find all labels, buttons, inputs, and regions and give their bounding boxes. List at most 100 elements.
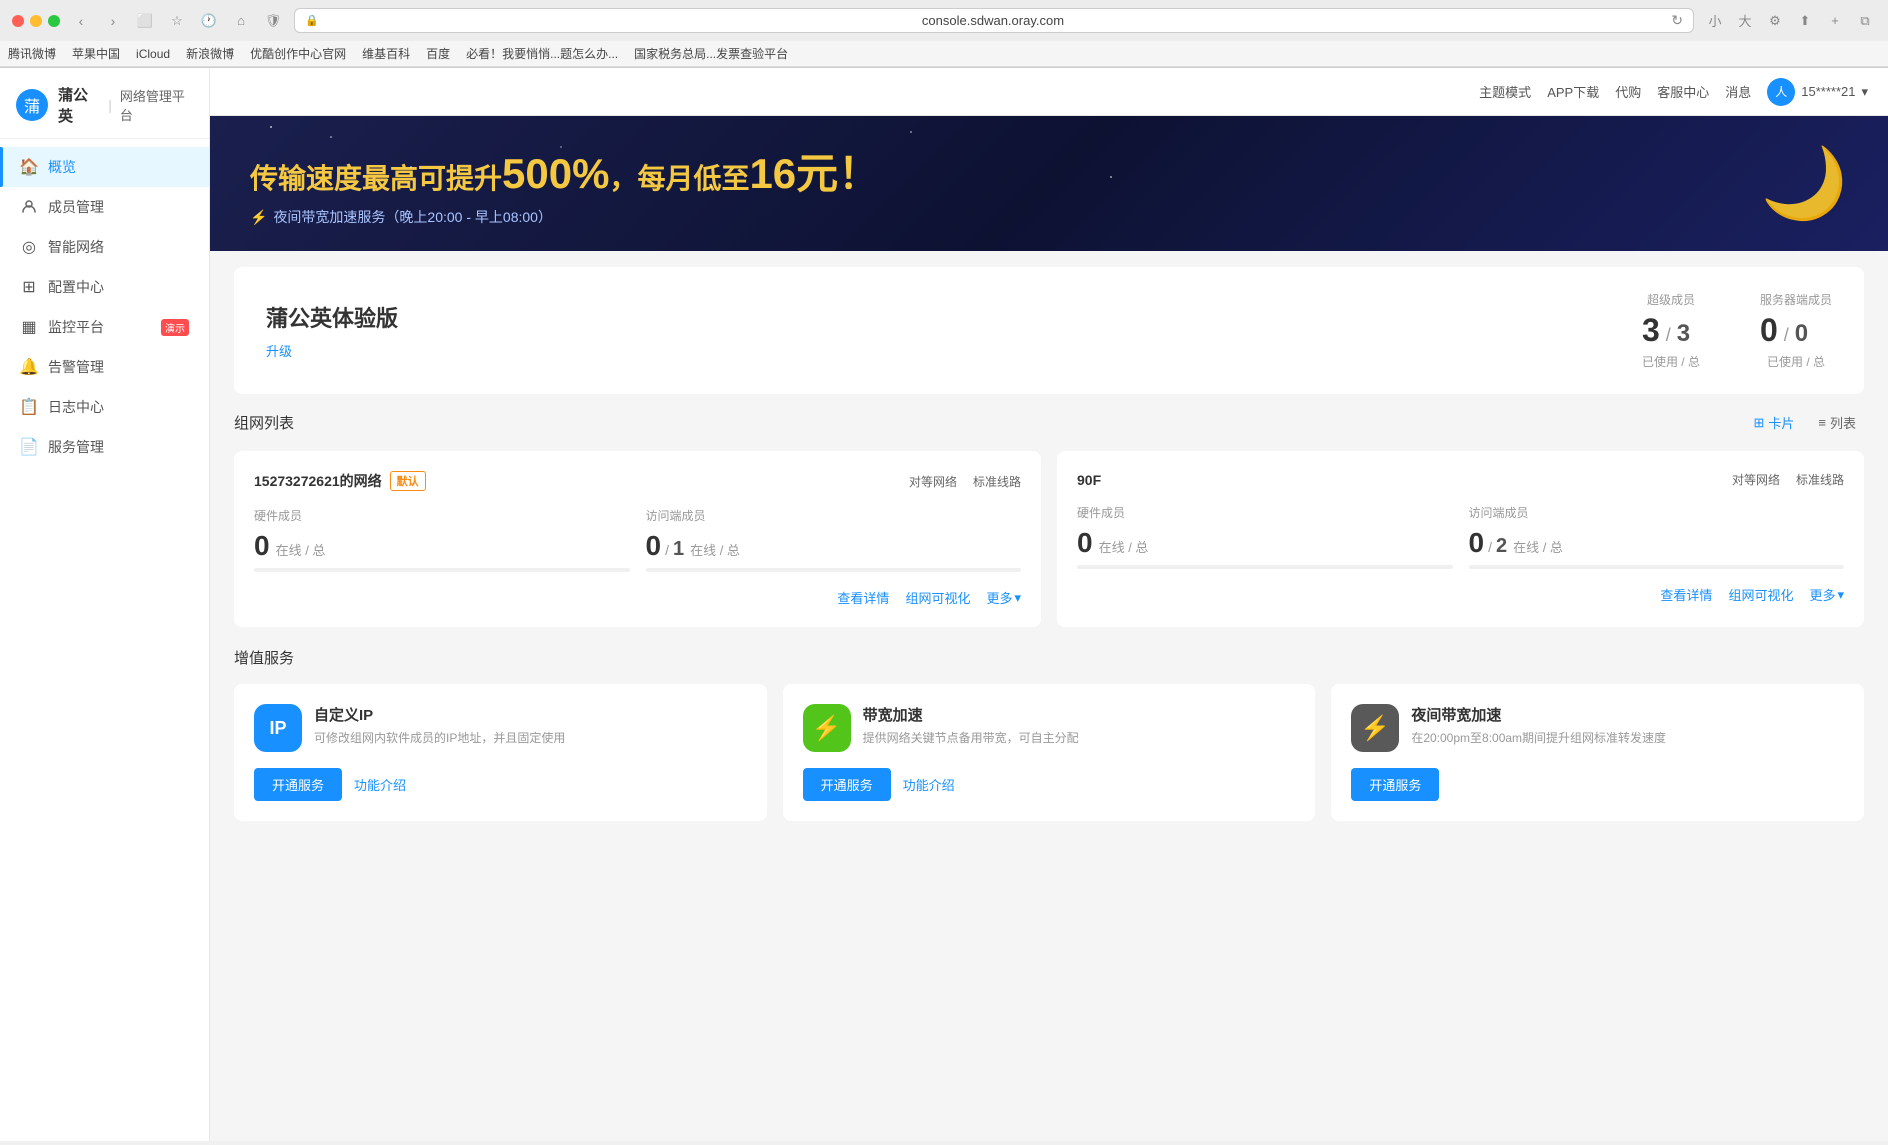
sidebar: 蒲 蒲公英 | 网络管理平台 🏠 概览 成员管理 ◎ 智能网络 [0,68,210,1141]
service-card-custom-ip: IP 自定义IP 可修改组网内软件成员的IP地址，并且固定使用 开通服务 功能介… [234,684,767,821]
open-service-button-2[interactable]: 开通服务 [803,768,891,801]
zoom-small-button[interactable]: 小 [1704,10,1726,32]
visitor-total-1: 1 [673,538,684,561]
sidebar-item-member[interactable]: 成员管理 [0,187,209,227]
more-dropdown-2[interactable]: 更多 ▾ [1809,585,1844,604]
bookmark-item[interactable]: 维基百科 [362,45,410,62]
browser-chrome: ‹ › ⬜ ☆ 🕐 ⌂ 🛡 🔒 console.sdwan.oray.com ↻… [0,0,1888,68]
visual-link-1[interactable]: 组网可视化 [905,588,970,607]
service-actions-3: 开通服务 [1351,768,1844,801]
banner-subtitle: ⚡ 夜间带宽加速服务（晚上20:00 - 早上08:00） [250,207,880,227]
close-button[interactable] [12,15,24,27]
bookmark-item[interactable]: 百度 [426,45,450,62]
maximize-button[interactable] [48,15,60,27]
sidebar-item-overview[interactable]: 🏠 概览 [0,147,209,187]
nav-label-overview: 概览 [48,157,189,177]
app-logo: 蒲 [16,89,48,121]
sidebar-toggle-icon[interactable]: ⬜ [134,10,156,32]
visual-link-2[interactable]: 组网可视化 [1728,585,1793,604]
sidebar-item-log[interactable]: 📋 日志中心 [0,387,209,427]
message-button[interactable]: 消息 [1725,82,1751,101]
tabs-icon[interactable]: ⧉ [1854,10,1876,32]
url-text: console.sdwan.oray.com [325,13,1662,28]
visitor-online-2: 0 [1469,527,1485,559]
promo-banner[interactable]: 传输速度最高可提升500%，每月低至16元！ ⚡ 夜间带宽加速服务（晚上20:0… [210,116,1888,251]
more-chevron-1: ▾ [1014,590,1021,606]
hardware-member-label-1: 硬件成员 [254,507,630,524]
customer-service-button[interactable]: 客服中心 [1657,82,1709,101]
intro-button-1[interactable]: 功能介绍 [354,768,406,801]
service-header-2: ⚡ 带宽加速 提供网络关键节点备用带宽，可自主分配 [803,704,1296,752]
service-name-1: 自定义IP [314,704,747,725]
app-container: 蒲 蒲公英 | 网络管理平台 🏠 概览 成员管理 ◎ 智能网络 [0,68,1888,1141]
forward-button[interactable]: › [102,10,124,32]
network-grid: 15273272621的网络 默认 对等网络 标准线路 硬件成员 [234,451,1864,627]
service-desc-2: 提供网络关键节点备用带宽，可自主分配 [863,729,1296,747]
minimize-button[interactable] [30,15,42,27]
detail-link-1[interactable]: 查看详情 [837,588,889,607]
network-members-1: 硬件成员 0 在线 / 总 访问端成员 [254,507,1021,572]
app-download-button[interactable]: APP下载 [1547,82,1599,101]
sidebar-item-monitor[interactable]: ▦ 监控平台 演示 [0,307,209,347]
theme-mode-button[interactable]: 主题模式 [1479,82,1531,101]
grid-icon: ⊞ [1753,415,1764,431]
super-sublabel: 已使用 / 总 [1642,353,1700,370]
sidebar-item-smart[interactable]: ◎ 智能网络 [0,227,209,267]
card-view-button[interactable]: ⊞ 卡片 [1745,410,1802,435]
dai-gou-button[interactable]: 代购 [1615,82,1641,101]
service-info-1: 自定义IP 可修改组网内软件成员的IP地址，并且固定使用 [314,704,747,747]
address-bar[interactable]: 🔒 console.sdwan.oray.com ↻ [294,8,1694,33]
sidebar-nav: 🏠 概览 成员管理 ◎ 智能网络 ⊞ 配置中心 ▦ 监控平台 演示 [0,139,209,1141]
sidebar-item-config[interactable]: ⊞ 配置中心 [0,267,209,307]
open-service-button-1[interactable]: 开通服务 [254,768,342,801]
refresh-button[interactable]: ↻ [1671,12,1683,29]
super-divider: / [1666,325,1671,346]
user-info[interactable]: 人 15*****21 ▾ [1767,78,1868,106]
bookmark-item[interactable]: 苹果中国 [72,45,120,62]
upgrade-link[interactable]: 升级 [266,344,292,359]
server-member-stat: 服务器端成员 0 / 0 已使用 / 总 [1760,291,1832,370]
intro-button-2[interactable]: 功能介绍 [903,768,955,801]
visitor-member-label-1: 访问端成员 [646,507,1022,524]
bookmark-item[interactable]: 国家税务总局...发票查验平台 [634,45,788,62]
home-icon[interactable]: ⌂ [230,10,252,32]
service-card-bandwidth: ⚡ 带宽加速 提供网络关键节点备用带宽，可自主分配 开通服务 功能介绍 [783,684,1316,821]
nav-label-alert: 告警管理 [48,357,189,377]
lock-icon: 🔒 [305,14,319,27]
user-dropdown-icon: ▾ [1861,84,1868,100]
network-card-header-2: 90F 对等网络 标准线路 [1077,471,1844,488]
list-view-button[interactable]: ≡ 列表 [1810,410,1864,435]
hardware-member-value-1: 0 在线 / 总 [254,530,630,562]
sidebar-item-service[interactable]: 📄 服务管理 [0,427,209,467]
history-icon[interactable]: 🕐 [198,10,220,32]
share-icon[interactable]: ⬆ [1794,10,1816,32]
more-dropdown-1[interactable]: 更多 ▾ [986,588,1021,607]
hardware-online-2: 0 [1077,527,1093,559]
bookmark-item[interactable]: iCloud [136,47,170,61]
zoom-large-button[interactable]: 大 [1734,10,1756,32]
visitor-divider-2: / [1488,539,1492,555]
back-button[interactable]: ‹ [70,10,92,32]
service-info-2: 带宽加速 提供网络关键节点备用带宽，可自主分配 [863,704,1296,747]
user-avatar: 人 [1767,78,1795,106]
smart-icon: ◎ [20,238,38,256]
settings-icon[interactable]: ⚙ [1764,10,1786,32]
visitor-unit-2: 在线 / 总 [1513,537,1563,556]
shield-icon[interactable]: 🛡 [262,10,284,32]
network-card-2: 90F 对等网络 标准线路 硬件成员 0 [1057,451,1864,627]
sidebar-item-alert[interactable]: 🔔 告警管理 [0,347,209,387]
detail-link-2[interactable]: 查看详情 [1660,585,1712,604]
new-tab-button[interactable]: + [1824,10,1846,32]
services-section: 增值服务 IP 自定义IP 可修改组网内软件成员的IP地址，并且固定使用 开通服 [210,647,1888,841]
main-content: 传输速度最高可提升500%，每月低至16元！ ⚡ 夜间带宽加速服务（晚上20:0… [210,116,1888,1141]
bookmark-icon[interactable]: ☆ [166,10,188,32]
bookmark-item[interactable]: 优酷创作中心官网 [250,45,346,62]
bookmark-item[interactable]: 新浪微博 [186,45,234,62]
service-icon-speed: ⚡ [803,704,851,752]
open-service-button-3[interactable]: 开通服务 [1351,768,1439,801]
services-grid: IP 自定义IP 可修改组网内软件成员的IP地址，并且固定使用 开通服务 功能介… [234,684,1864,821]
visitor-total-2: 2 [1496,535,1507,558]
bookmark-item[interactable]: 必看！我要悄悄...题怎么办... [466,45,618,62]
network-name-2: 90F [1077,472,1101,488]
bookmark-item[interactable]: 腾讯微博 [8,45,56,62]
